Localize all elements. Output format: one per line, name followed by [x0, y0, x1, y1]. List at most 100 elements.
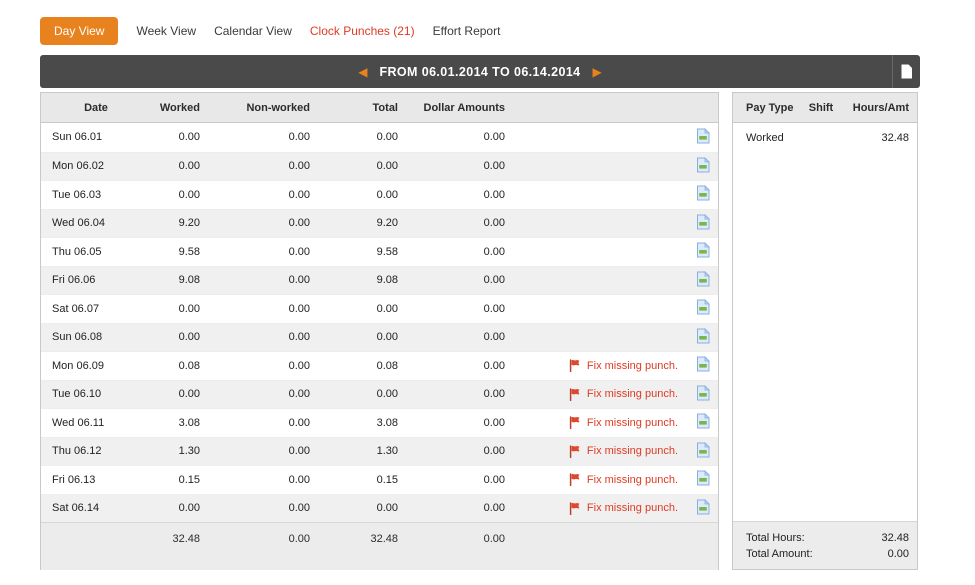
document-icon — [696, 413, 710, 432]
worked-cell: 0.00 — [151, 331, 211, 343]
total-hours-value: 32.48 — [881, 530, 909, 546]
row-document-button[interactable] — [696, 185, 710, 204]
notice-cell: Fix missing punch. — [516, 359, 688, 372]
doc-cell — [688, 128, 718, 147]
flag-icon — [569, 416, 580, 429]
next-period-arrow-icon[interactable]: ▶ — [593, 66, 602, 78]
total-cell: 9.20 — [321, 217, 409, 229]
doc-cell — [688, 185, 718, 204]
document-icon — [696, 328, 710, 347]
date-cell: Wed 06.04 — [41, 217, 151, 229]
column-header-date: Date — [41, 102, 151, 114]
notice-cell: Fix missing punch. — [516, 416, 688, 429]
worked-cell: 0.08 — [151, 360, 211, 372]
table-row: Mon 06.090.080.000.080.00Fix missing pun… — [41, 351, 718, 380]
total-hours-line: Total Hours: 32.48 — [733, 530, 917, 546]
fix-missing-punch-link[interactable]: Fix missing punch. — [587, 445, 678, 457]
row-document-button[interactable] — [696, 328, 710, 347]
export-button[interactable] — [892, 55, 920, 88]
pay-panel-totals: Total Hours: 32.48 Total Amount: 0.00 — [733, 521, 917, 569]
dollar-cell: 0.00 — [409, 417, 516, 429]
pay-panel-header: Pay Type Shift Hours/Amt — [733, 93, 917, 123]
worked-cell: 0.00 — [151, 189, 211, 201]
nonworked-cell: 0.00 — [211, 246, 321, 258]
notice-cell: Fix missing punch. — [516, 502, 688, 515]
doc-cell — [688, 328, 718, 347]
pay-type-panel: Pay Type Shift Hours/Amt Worked 32.48 To… — [732, 92, 918, 570]
row-document-button[interactable] — [696, 271, 710, 290]
fix-missing-punch-link[interactable]: Fix missing punch. — [587, 417, 678, 429]
tab-clock-punches[interactable]: Clock Punches (21) — [310, 24, 415, 38]
worked-cell: 0.00 — [151, 131, 211, 143]
dollar-cell: 0.00 — [409, 331, 516, 343]
row-document-button[interactable] — [696, 128, 710, 147]
document-icon — [696, 470, 710, 489]
table-header: Date Worked Non-worked Total Dollar Amou… — [41, 93, 718, 123]
doc-cell — [688, 214, 718, 233]
tab-calendar-view[interactable]: Calendar View — [214, 24, 292, 38]
column-header-total: Total — [321, 102, 409, 114]
doc-cell — [688, 157, 718, 176]
row-document-button[interactable] — [696, 442, 710, 461]
table-row: Wed 06.113.080.003.080.00Fix missing pun… — [41, 408, 718, 437]
doc-cell — [688, 356, 718, 375]
doc-cell — [688, 413, 718, 432]
date-cell: Fri 06.13 — [41, 474, 151, 486]
worked-cell: 0.00 — [151, 160, 211, 172]
table-row: Sat 06.070.000.000.000.00 — [41, 294, 718, 323]
date-cell: Thu 06.12 — [41, 445, 151, 457]
row-document-button[interactable] — [696, 157, 710, 176]
total-cell: 0.00 — [321, 303, 409, 315]
row-document-button[interactable] — [696, 356, 710, 375]
row-document-button[interactable] — [696, 242, 710, 261]
prev-period-arrow-icon[interactable]: ◀ — [358, 66, 367, 78]
fix-missing-punch-link[interactable]: Fix missing punch. — [587, 474, 678, 486]
table-row: Thu 06.121.300.001.300.00Fix missing pun… — [41, 437, 718, 466]
date-cell: Sat 06.14 — [41, 502, 151, 514]
flag-icon — [569, 473, 580, 486]
tab-day-view[interactable]: Day View — [40, 17, 118, 45]
total-cell: 0.00 — [321, 331, 409, 343]
row-document-button[interactable] — [696, 385, 710, 404]
tab-effort-report[interactable]: Effort Report — [433, 24, 501, 38]
notice-cell: Fix missing punch. — [516, 473, 688, 486]
date-cell: Mon 06.09 — [41, 360, 151, 372]
timesheet-rows: Sun 06.010.000.000.000.00Mon 06.020.000.… — [41, 123, 718, 522]
row-document-button[interactable] — [696, 499, 710, 518]
view-tabs: Day View Week View Calendar View Clock P… — [40, 17, 500, 45]
dollar-cell: 0.00 — [409, 246, 516, 258]
document-icon — [696, 356, 710, 375]
fix-missing-punch-link[interactable]: Fix missing punch. — [587, 388, 678, 400]
document-icon — [696, 214, 710, 233]
worked-cell: 0.15 — [151, 474, 211, 486]
date-cell: Tue 06.03 — [41, 189, 151, 201]
total-cell: 3.08 — [321, 417, 409, 429]
totals-dollar-cell: 0.00 — [409, 533, 516, 545]
date-cell: Mon 06.02 — [41, 160, 151, 172]
row-document-button[interactable] — [696, 299, 710, 318]
flag-icon — [569, 388, 580, 401]
total-cell: 0.00 — [321, 502, 409, 514]
total-amount-value: 0.00 — [888, 546, 909, 562]
worked-cell: 0.00 — [151, 388, 211, 400]
document-icon — [696, 442, 710, 461]
total-cell: 9.08 — [321, 274, 409, 286]
date-cell: Sun 06.08 — [41, 331, 151, 343]
total-cell: 1.30 — [321, 445, 409, 457]
tab-week-view[interactable]: Week View — [136, 24, 196, 38]
column-header-shift: Shift — [797, 102, 845, 114]
nonworked-cell: 0.00 — [211, 445, 321, 457]
doc-cell — [688, 470, 718, 489]
table-row: Sun 06.010.000.000.000.00 — [41, 123, 718, 152]
row-document-button[interactable] — [696, 413, 710, 432]
column-header-pay-type: Pay Type — [733, 102, 797, 114]
fix-missing-punch-link[interactable]: Fix missing punch. — [587, 502, 678, 514]
table-row: Wed 06.049.200.009.200.00 — [41, 209, 718, 238]
row-document-button[interactable] — [696, 214, 710, 233]
worked-cell: 9.58 — [151, 246, 211, 258]
row-document-button[interactable] — [696, 470, 710, 489]
fix-missing-punch-link[interactable]: Fix missing punch. — [587, 360, 678, 372]
date-cell: Sun 06.01 — [41, 131, 151, 143]
nonworked-cell: 0.00 — [211, 360, 321, 372]
column-header-dollar-amounts: Dollar Amounts — [409, 102, 516, 114]
